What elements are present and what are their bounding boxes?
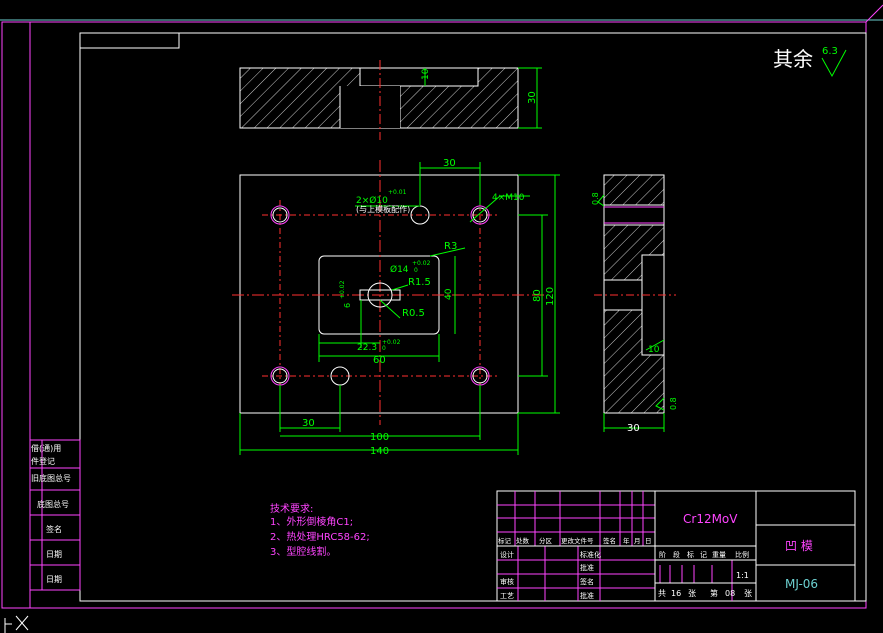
stage-header-2: 标 [687,550,694,559]
dim-width-100: 100 [370,432,389,443]
stage-header-5: 比例 [735,550,749,559]
dim-hole-dia: Ø14 [390,264,409,275]
top-depth-dim: 10 [421,68,431,80]
dim-left-small: 6 [343,303,352,308]
tech-item-1: 1、外形倒棱角C1; [270,515,353,528]
dim-width-140: 140 [370,446,389,457]
sheets-total-label: 共 [658,589,666,598]
tech-title: 技术要求: [270,502,313,515]
rev-header-4: 签名 [603,536,616,545]
role-mid-2: 签名 [580,577,594,586]
top-view-section: 10 30 [239,60,542,140]
tech-item-2: 2、热处理HRC58-62; [270,530,370,543]
sheet-no: 08 [725,589,735,598]
ucs-icon [4,615,29,633]
rev-header-1: 处数 [516,536,530,545]
rev-header-3: 更改文件号 [561,536,594,545]
role-review: 审核 [500,577,514,586]
strip-label-0: 借(通)用 [31,443,61,453]
rev-header-5: 年 [623,536,630,545]
material: Cr12MoV [683,512,738,526]
dim-threads: 4×M10 [492,193,525,203]
dim-small-holes-tol: +0.01 [388,189,407,196]
dim-left-small-tol: +0.02 [339,280,346,299]
rev-header-2: 分区 [539,536,553,545]
dim-r3: R3 [444,241,457,252]
border-corner-tick [865,4,883,23]
side-bottom-dim: 0.8 [669,397,678,410]
side-top-dim: 0.8 [591,192,600,205]
strip-label-3: 底图总号 [37,499,69,509]
dim-left-30: 30 [302,418,315,429]
roughness-prefix: 其余 [773,47,813,71]
side-view-section: 0.8 10 0.8 30 [591,174,678,434]
surface-roughness-note: 其余 6.3 [773,46,847,78]
dim-r15: R1.5 [408,277,431,288]
stage-header-4: 重量 [712,551,726,559]
cad-drawing: 其余 6.3 10 30 30 2×Ø10 +0.01 (与上模板配作) 4×M… [0,4,883,633]
strip-label-5: 日期 [46,550,62,559]
strip-label-6: 日期 [46,575,62,584]
tech-item-3: 3、型腔线割。 [270,545,336,558]
drawing-number: MJ-06 [785,577,818,591]
dim-height-80: 80 [532,289,543,302]
dim-bottom-inner: 22.3 [357,343,377,353]
dim-small-holes-note: (与上模板配作) [356,204,410,214]
sheet-no-label: 第 [710,588,718,598]
left-register-strip: 借(通)用 件登记 旧底图总号 底图总号 签名 日期 日期 [29,439,81,591]
stage-header-0: 阶 [659,550,666,559]
technical-requirements: 技术要求: 1、外形倒棱角C1; 2、热处理HRC58-62; 3、型腔线割。 [270,502,370,558]
code-box [79,32,180,49]
side-mid-dim: 10 [648,345,660,355]
role-mid-1: 批准 [580,563,594,572]
top-height-dim: 30 [527,91,538,104]
role-design: 设计 [500,550,514,559]
stage-header-1: 段 [673,550,680,559]
dim-width-60: 60 [373,355,386,366]
rev-header-0: 标记 [498,536,512,545]
scale-value: 1:1 [736,571,749,580]
roughness-value: 6.3 [822,46,838,57]
sheets-total-unit: 张 [688,589,696,598]
rev-header-6: 月 [634,537,641,545]
role-process: 工艺 [500,592,514,600]
dim-bottom-inner-tol-low: 0 [382,345,386,352]
stage-header-3: 记 [700,551,707,559]
sheet-no-unit: 张 [744,589,752,598]
dim-top-30: 30 [443,158,456,169]
strip-label-4: 签名 [46,524,62,534]
dim-hole-dia-tol-low: 0 [414,267,418,274]
rev-header-7: 日 [645,537,652,545]
role-mid-0: 标准化 [580,550,601,559]
dim-height-40: 40 [444,288,454,300]
strip-label-1: 件登记 [31,456,55,466]
dim-hole-dia-tol: +0.02 [412,260,431,267]
title-block: Cr12MoV 凹 模 MJ-06 标记 处数 分区 更改文件号 签名 年 月 … [496,490,856,602]
part-name: 凹 模 [785,539,813,553]
side-width-dim: 30 [627,423,640,434]
strip-label-2: 旧底图总号 [31,473,71,483]
dim-height-120: 120 [545,287,556,306]
dim-r05: R0.5 [402,308,425,319]
sheets-total: 16 [671,589,681,598]
front-view: 30 2×Ø10 +0.01 (与上模板配作) 4×M10 R3 Ø14 +0.… [232,158,560,457]
role-mid-3: 批准 [580,591,594,600]
